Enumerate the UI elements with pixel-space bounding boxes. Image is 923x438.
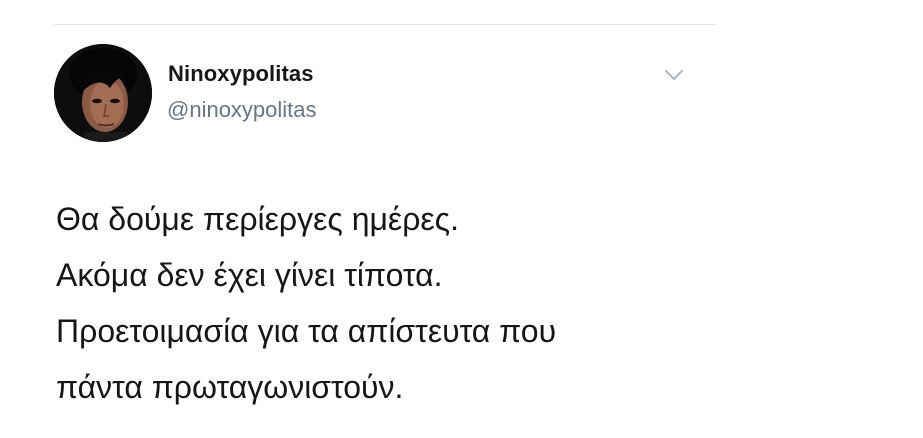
chevron-down-icon[interactable] — [662, 66, 686, 84]
tweet-text: Θα δούμε περίεργες ημέρες. Ακόμα δεν έχε… — [56, 191, 756, 415]
tweet-text-line: Ακόμα δεν έχει γίνει τίποτα. — [56, 257, 443, 293]
tweet-text-line: πάντα πρωταγωνιστούν. — [56, 369, 404, 405]
avatar[interactable] — [54, 44, 152, 142]
tweet-text-line: Θα δούμε περίεργες ημέρες. — [56, 201, 459, 237]
avatar-photo — [54, 44, 152, 142]
top-divider — [54, 24, 716, 25]
tweet-text-line: Προετοιμασία για τα απίστευτα που — [56, 313, 557, 349]
author-handle[interactable]: @ninoxypolitas — [167, 97, 317, 123]
author-display-name[interactable]: Ninoxypolitas — [168, 61, 314, 87]
